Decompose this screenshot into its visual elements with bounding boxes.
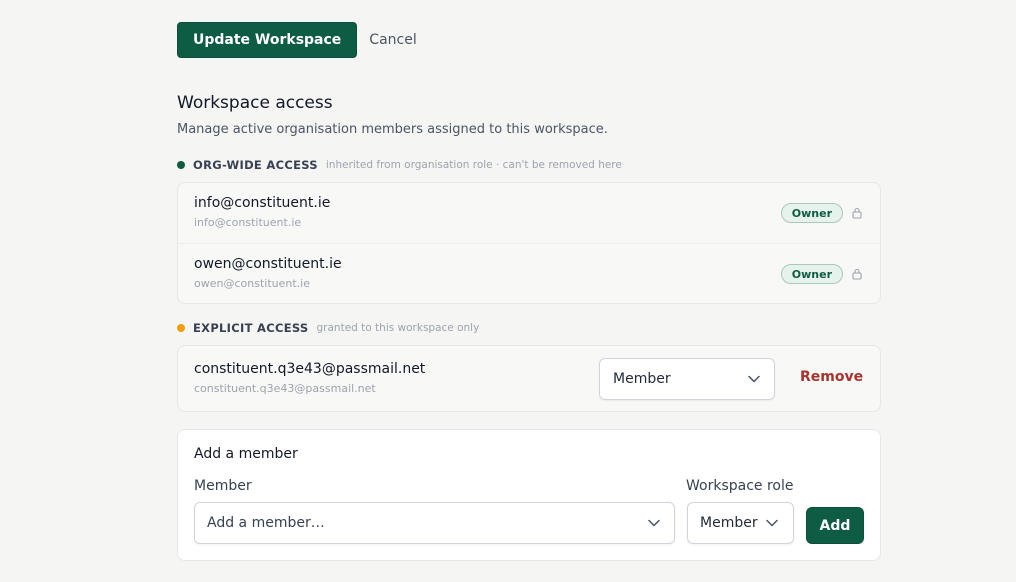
explicit-note: granted to this workspace only [316, 322, 480, 334]
add-member-title: Add a member [194, 446, 298, 462]
explicit-title: EXPLICIT ACCESS [193, 321, 309, 335]
org-wide-access-header: ORG-WIDE ACCESS inherited from organisat… [177, 158, 622, 172]
explicit-access-header: EXPLICIT ACCESS granted to this workspac… [177, 321, 479, 335]
org-wide-status-dot [177, 161, 185, 169]
lock-icon [852, 268, 862, 280]
member-name: owen@constituent.ie [194, 256, 342, 272]
add-member-card: Add a member Member Workspace role Add a… [177, 429, 881, 561]
member-row: constituent.q3e43@passmail.net constitue… [178, 346, 880, 413]
explicit-status-dot [177, 324, 185, 332]
org-wide-note: inherited from organisation role · can't… [325, 159, 622, 171]
member-row: info@constituent.ie info@constituent.ie … [178, 183, 880, 243]
update-workspace-button[interactable]: Update Workspace [177, 22, 358, 58]
lock-icon [852, 207, 862, 219]
workspace-role-select[interactable]: Member [687, 502, 794, 544]
cancel-button[interactable]: Cancel [369, 32, 416, 48]
explicit-members-card: constituent.q3e43@passmail.net constitue… [177, 345, 881, 412]
role-badge: Owner [780, 264, 843, 284]
member-role-select[interactable]: Member [599, 358, 775, 400]
member-select[interactable]: Add a member… [194, 502, 675, 544]
member-email: constituent.q3e43@passmail.net [194, 382, 376, 395]
workspace-role-label: Workspace role [686, 478, 794, 494]
member-role-value: Member [613, 371, 671, 387]
member-email: owen@constituent.ie [194, 277, 310, 290]
member-name: info@constituent.ie [194, 195, 331, 211]
chevron-down-icon [748, 375, 760, 383]
remove-member-button[interactable]: Remove [800, 369, 863, 385]
member-email: info@constituent.ie [194, 216, 302, 229]
add-member-button[interactable]: Add [806, 507, 864, 544]
org-wide-members-card: info@constituent.ie info@constituent.ie … [177, 182, 881, 304]
section-description: Manage active organisation members assig… [177, 122, 608, 137]
member-row: owen@constituent.ie owen@constituent.ie … [178, 243, 880, 303]
form-actions: Update Workspace Cancel [177, 22, 417, 58]
chevron-down-icon [648, 519, 660, 527]
member-select-placeholder: Add a member… [207, 515, 325, 531]
section-title: Workspace access [177, 93, 333, 113]
org-wide-title: ORG-WIDE ACCESS [193, 158, 318, 172]
workspace-role-value: Member [700, 515, 758, 531]
member-name: constituent.q3e43@passmail.net [194, 361, 426, 377]
role-badge: Owner [780, 203, 843, 223]
member-field-label: Member [194, 478, 252, 494]
chevron-down-icon [766, 519, 778, 527]
